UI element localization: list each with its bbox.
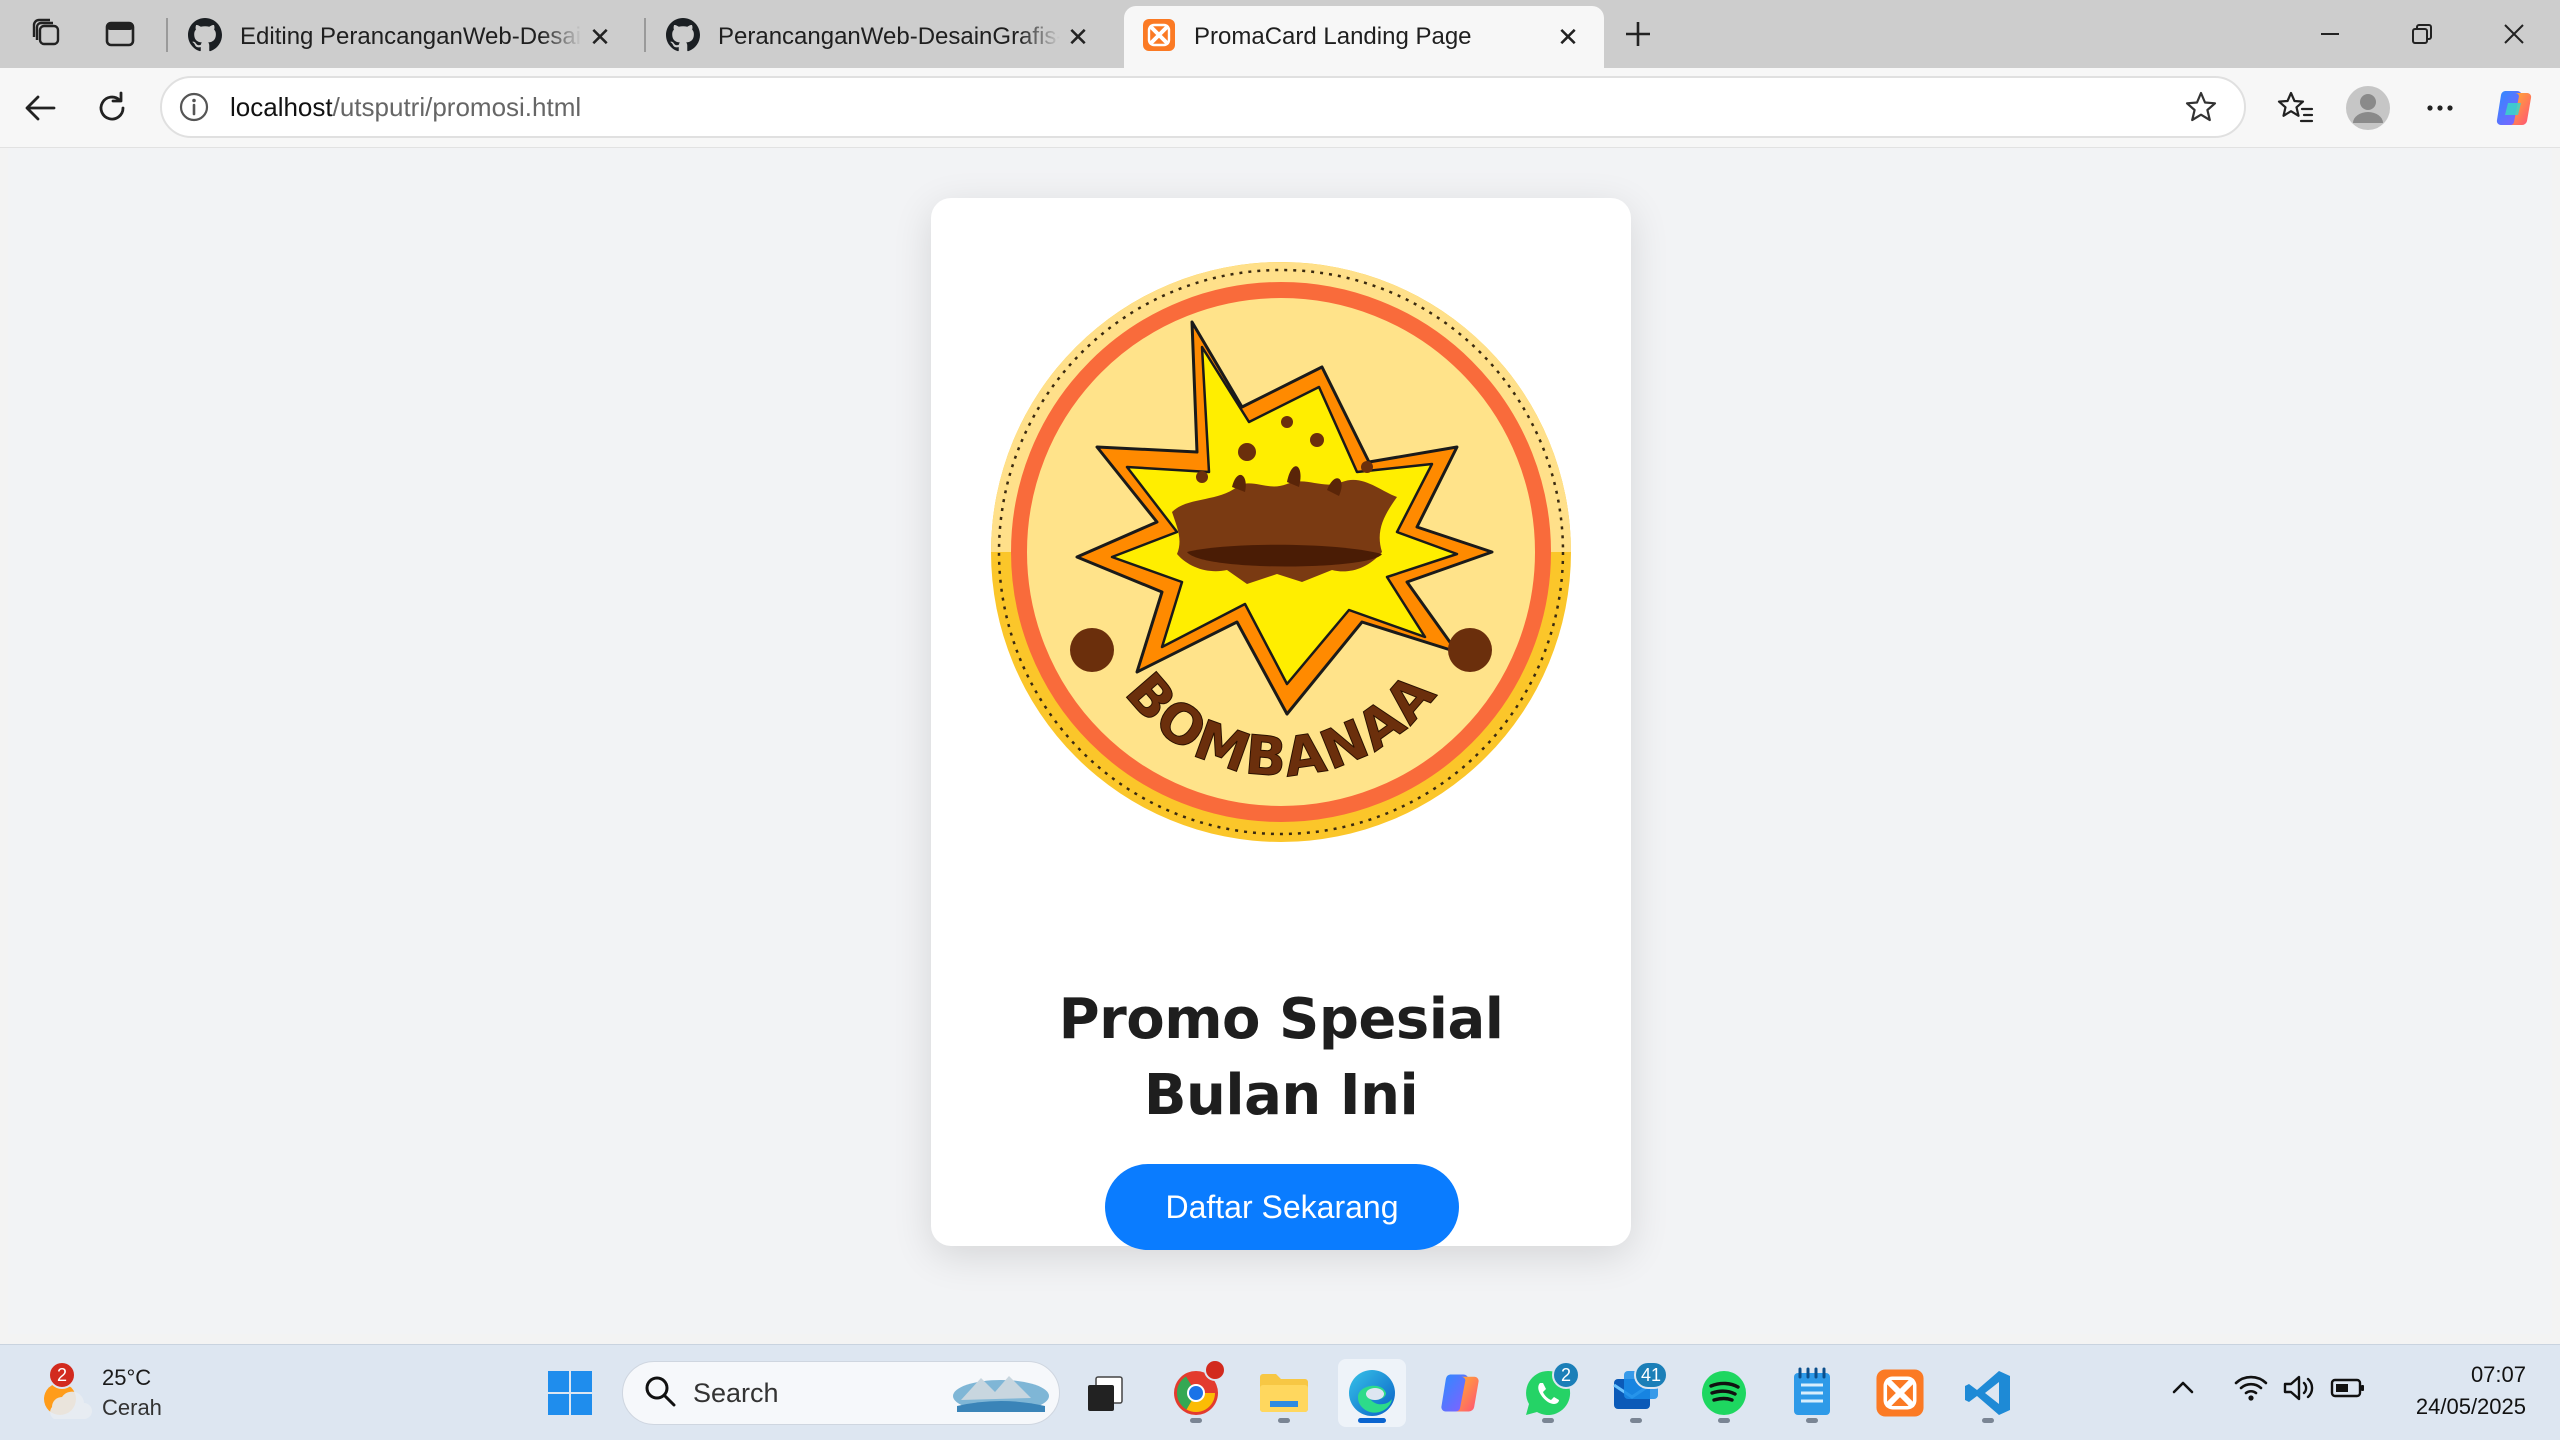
mail-badge: 41 [1633,1361,1668,1389]
restore-button[interactable] [2376,0,2468,68]
bombanaa-logo: BOMBANAA [987,252,1575,852]
tab-title: PerancanganWeb-DesainGrafis-Bombanaa [718,23,1060,50]
taskbar: 2 25°C Cerah Search 2 41 07:07 24/05/202… [0,1344,2560,1440]
close-tab-icon[interactable]: ✕ [582,19,618,55]
promo-card: BOMBANAA Promo Spesial Bulan Ini Daftar … [931,198,1631,1250]
search-icon [643,1374,677,1413]
volume-icon[interactable] [2282,1373,2316,1408]
spotify-icon[interactable] [1690,1359,1758,1427]
url-text[interactable]: localhost/utsputri/promosi.html [230,78,581,136]
chevron-up-icon[interactable] [2168,1373,2198,1408]
refresh-button[interactable] [82,78,142,138]
whatsapp-badge: 2 [1552,1361,1580,1389]
workspaces-icon[interactable] [20,6,76,62]
promo-headline: Promo Spesial Bulan Ini [1058,987,1504,1128]
tab-promacard[interactable]: PromaCard Landing Page ✕ [1124,6,1604,68]
tab-title: Editing PerancanganWeb-DesainGrafis-Bomb… [240,23,582,50]
copilot-icon[interactable] [2484,78,2544,138]
start-button[interactable] [536,1359,604,1427]
weather-widget[interactable]: 2 25°C Cerah [30,1357,162,1429]
search-placeholder: Search [693,1377,779,1408]
back-button[interactable] [10,78,70,138]
task-view-icon[interactable] [1072,1359,1140,1427]
new-tab-button[interactable] [1610,6,1666,62]
profile-avatar[interactable] [2338,78,2398,138]
vscode-icon[interactable] [1954,1359,2022,1427]
page-viewport: BOMBANAA Promo Spesial Bulan Ini Daftar … [8,148,2552,1334]
battery-icon[interactable] [2330,1375,2366,1406]
chrome-badge [1204,1359,1226,1381]
weather-sun-icon: 2 [30,1361,94,1425]
weather-condition: Cerah [102,1395,162,1420]
search-highlight-icon [951,1366,1051,1421]
site-info-icon[interactable] [178,91,210,128]
clock-time: 07:07 [2470,1362,2526,1387]
close-tab-icon[interactable]: ✕ [1060,19,1096,55]
tab-repo[interactable]: PerancanganWeb-DesainGrafis-Bombanaa ✕ [648,6,1114,68]
notepad-icon[interactable] [1778,1359,1846,1427]
tab-separator [644,18,646,52]
chrome-icon[interactable] [1162,1359,1230,1427]
clock[interactable]: 07:07 24/05/2025 [2376,1359,2526,1423]
favorites-icon[interactable] [2266,78,2326,138]
more-options-icon[interactable] [2410,78,2470,138]
github-icon [666,17,700,57]
xampp-app-icon[interactable] [1866,1359,1934,1427]
copilot-app-icon[interactable] [1426,1359,1494,1427]
favorite-star-icon[interactable] [2184,90,2218,129]
clock-date: 24/05/2025 [2415,1394,2526,1419]
github-icon [188,17,222,57]
tab-title: PromaCard Landing Page [1194,23,1472,50]
close-window-button[interactable] [2468,0,2560,68]
browser-toolbar: localhost/utsputri/promosi.html [0,68,2560,148]
close-tab-icon[interactable]: ✕ [1550,19,1586,55]
edge-icon[interactable] [1338,1359,1406,1427]
vertical-tabs-icon[interactable] [92,6,148,62]
weather-temp: 25°C [102,1365,152,1390]
taskbar-search[interactable]: Search [622,1361,1060,1425]
xampp-icon [1142,18,1176,57]
mail-icon[interactable]: 41 [1602,1359,1670,1427]
weather-badge: 2 [48,1361,76,1389]
file-explorer-icon[interactable] [1250,1359,1318,1427]
address-bar[interactable]: localhost/utsputri/promosi.html [160,76,2246,138]
minimize-button[interactable] [2284,0,2376,68]
tab-separator [166,18,168,52]
register-button[interactable]: Daftar Sekarang [1105,1164,1459,1250]
tab-editing-repo[interactable]: Editing PerancanganWeb-DesainGrafis-Bomb… [170,6,636,68]
tab-strip: Editing PerancanganWeb-DesainGrafis-Bomb… [0,0,2560,68]
whatsapp-icon[interactable]: 2 [1514,1359,1582,1427]
wifi-icon[interactable] [2234,1373,2268,1408]
